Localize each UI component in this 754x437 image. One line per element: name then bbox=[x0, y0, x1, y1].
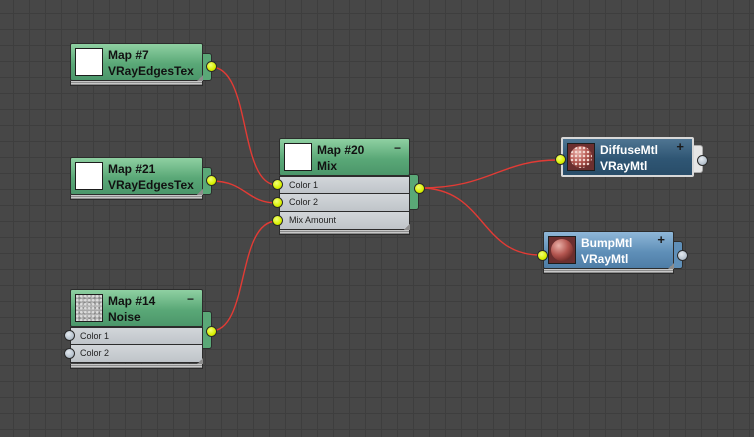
node-bumpmtl-footer bbox=[543, 263, 674, 274]
noise-swatch-icon bbox=[75, 294, 103, 322]
node-map14-footer bbox=[70, 358, 203, 369]
node-map20-color2-socket[interactable] bbox=[272, 197, 283, 208]
node-map20-footer bbox=[279, 224, 410, 235]
slot-map14-color1[interactable]: Color 1 bbox=[70, 327, 203, 345]
node-map14-color2-socket[interactable] bbox=[64, 348, 75, 359]
node-map7-footer bbox=[70, 75, 203, 86]
node-map14-type: Noise bbox=[108, 310, 141, 324]
material-sphere-icon bbox=[567, 143, 595, 171]
node-diffusemtl-header[interactable]: DiffuseMtl VRayMtl + bbox=[561, 137, 694, 177]
wire-map14-to-mixamount[interactable] bbox=[210, 220, 278, 332]
node-map21-title: Map #21 bbox=[108, 162, 156, 176]
node-map20-header[interactable]: Map #20 Mix − bbox=[279, 138, 410, 176]
node-map21-header[interactable]: Map #21 VRayEdgesTex bbox=[70, 157, 203, 195]
white-swatch-icon bbox=[75, 48, 103, 76]
node-map14-output-socket[interactable] bbox=[206, 326, 217, 337]
node-editor-canvas[interactable]: Map #7 VRayEdgesTex Map #21 VRayEdgesTex… bbox=[0, 0, 754, 437]
node-map20-mixamount-socket[interactable] bbox=[272, 215, 283, 226]
node-map20-color1-socket[interactable] bbox=[272, 179, 283, 190]
node-map14-title: Map #14 bbox=[108, 294, 156, 308]
node-map14-color1-socket[interactable] bbox=[64, 330, 75, 341]
node-map7[interactable]: Map #7 VRayEdgesTex bbox=[70, 43, 217, 91]
node-map7-header[interactable]: Map #7 VRayEdgesTex bbox=[70, 43, 203, 81]
node-bumpmtl-input-socket[interactable] bbox=[537, 250, 548, 261]
node-bumpmtl-header[interactable]: BumpMtl VRayMtl + bbox=[543, 231, 674, 269]
white-swatch-icon bbox=[284, 143, 312, 171]
slot-map20-color1[interactable]: Color 1 bbox=[279, 176, 410, 194]
node-map21-output-socket[interactable] bbox=[206, 175, 217, 186]
node-diffusemtl[interactable]: DiffuseMtl VRayMtl + bbox=[555, 137, 708, 177]
node-map21-type: VRayEdgesTex bbox=[108, 178, 194, 192]
slot-label: Color 2 bbox=[289, 197, 319, 207]
node-diffusemtl-output-socket[interactable] bbox=[697, 155, 708, 166]
wire-map20-to-bump[interactable] bbox=[419, 187, 541, 256]
node-map20-title: Map #20 bbox=[317, 143, 365, 157]
node-map21-footer bbox=[70, 189, 203, 200]
node-map20[interactable]: Map #20 Mix − Color 1 Color 2 Mix Amount bbox=[272, 138, 425, 239]
slot-map20-mixamount[interactable]: Mix Amount bbox=[279, 212, 410, 230]
node-map20-type: Mix bbox=[317, 159, 338, 173]
expand-icon[interactable]: + bbox=[657, 232, 665, 247]
node-bumpmtl-type: VRayMtl bbox=[581, 252, 629, 266]
node-bumpmtl[interactable]: BumpMtl VRayMtl + bbox=[537, 231, 688, 279]
node-map21[interactable]: Map #21 VRayEdgesTex bbox=[70, 157, 217, 205]
slot-map20-color2[interactable]: Color 2 bbox=[279, 194, 410, 212]
node-map20-output-socket[interactable] bbox=[414, 183, 425, 194]
white-swatch-icon bbox=[75, 162, 103, 190]
node-diffusemtl-input-socket[interactable] bbox=[555, 154, 566, 165]
node-map14-header[interactable]: Map #14 Noise − bbox=[70, 289, 203, 327]
node-map7-output-socket[interactable] bbox=[206, 61, 217, 72]
slot-label: Color 1 bbox=[80, 331, 110, 341]
node-bumpmtl-output-socket[interactable] bbox=[677, 250, 688, 261]
node-bumpmtl-title: BumpMtl bbox=[581, 236, 633, 250]
node-map7-title: Map #7 bbox=[108, 48, 149, 62]
slot-label: Color 1 bbox=[289, 180, 319, 190]
node-map14[interactable]: Map #14 Noise − Color 1 Color 2 bbox=[64, 289, 217, 375]
material-sphere-icon bbox=[548, 236, 576, 264]
slot-label: Mix Amount bbox=[289, 215, 337, 225]
collapse-icon[interactable]: − bbox=[394, 141, 401, 155]
wire-map20-to-diffuse[interactable] bbox=[419, 159, 559, 189]
node-diffusemtl-title: DiffuseMtl bbox=[600, 143, 658, 157]
wire-map21-to-color2[interactable] bbox=[210, 180, 278, 204]
slot-label: Color 2 bbox=[80, 348, 110, 358]
wire-map7-to-color1[interactable] bbox=[210, 66, 278, 186]
node-map7-type: VRayEdgesTex bbox=[108, 64, 194, 78]
expand-icon[interactable]: + bbox=[676, 139, 684, 154]
slot-map14-color2[interactable]: Color 2 bbox=[70, 345, 203, 363]
node-diffusemtl-type: VRayMtl bbox=[600, 159, 648, 173]
collapse-icon[interactable]: − bbox=[187, 292, 194, 306]
node-map20-slots: Color 1 Color 2 Mix Amount bbox=[279, 176, 410, 230]
node-map14-slots: Color 1 Color 2 bbox=[70, 327, 203, 363]
